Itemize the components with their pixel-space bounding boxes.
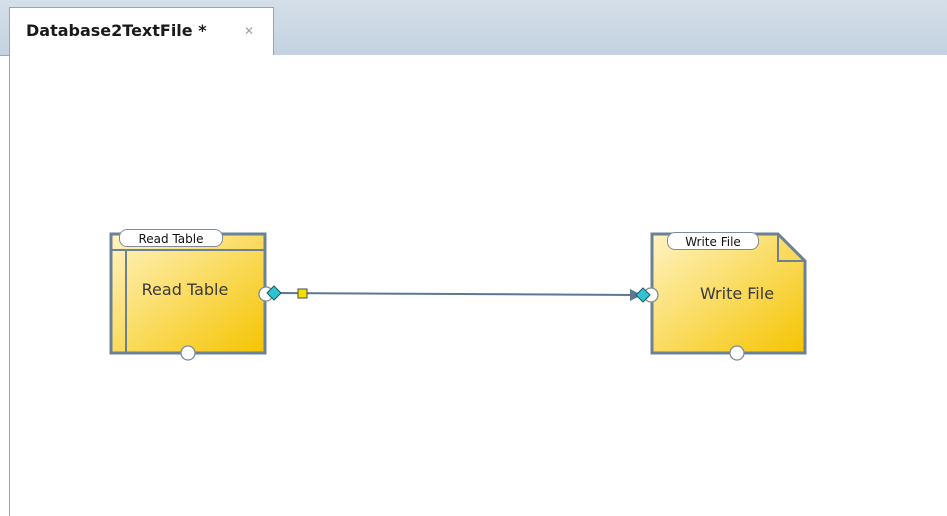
read-table-header-pill: Read Table <box>119 229 223 247</box>
bend-handle[interactable] <box>297 288 308 299</box>
write-file-label: Write File <box>699 284 775 303</box>
read-table-header-text: Read Table <box>138 232 204 246</box>
write-file-bottom-port[interactable] <box>729 345 745 361</box>
connector-line <box>271 292 639 296</box>
write-file-header-text: Write File <box>685 235 741 249</box>
read-table-bottom-port[interactable] <box>180 345 196 361</box>
connector-read-to-write[interactable] <box>266 285 651 303</box>
write-file-header-pill: Write File <box>667 232 759 250</box>
read-table-label: Read Table <box>141 280 229 299</box>
diagram-svg <box>109 232 807 361</box>
